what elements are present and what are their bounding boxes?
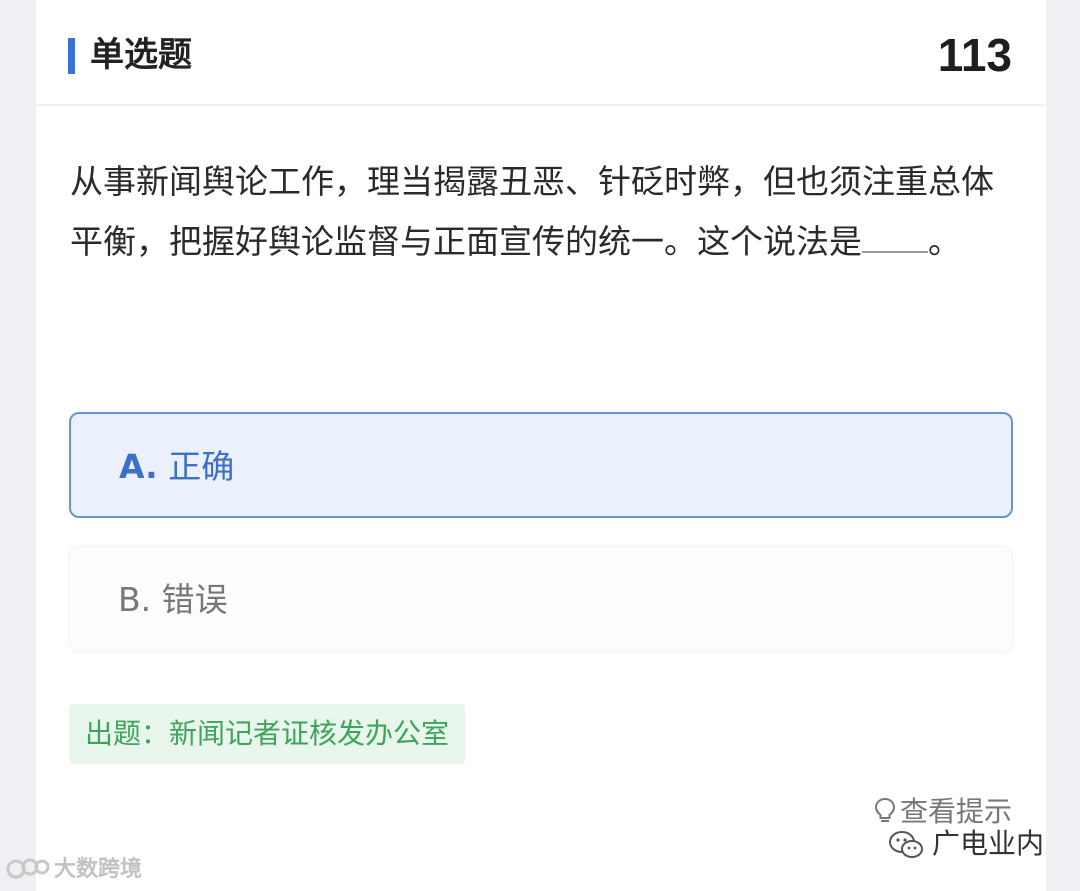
question-stem: 从事新闻舆论工作，理当揭露丑恶、针砭时弊，但也须注重总体平衡，把握好舆论监督与正… <box>70 162 994 261</box>
wechat-icon <box>888 831 923 858</box>
answer-blank <box>862 223 928 253</box>
question-ending: 。 <box>928 222 961 261</box>
option-b[interactable]: B. 错误 <box>69 546 1013 652</box>
option-b-label: 错误 <box>161 580 228 619</box>
question-number: 113 <box>937 29 1012 81</box>
option-a-letter: A. <box>119 447 158 486</box>
watermark-left: 大数跨境 <box>6 854 142 886</box>
option-b-letter: B. <box>118 580 152 619</box>
option-a[interactable]: A. 正确 <box>69 412 1013 518</box>
header-accent-bar <box>68 38 75 74</box>
watermark-left-text: 大数跨境 <box>54 857 143 882</box>
watermark-right: 广电业内 <box>888 822 1044 866</box>
card-header: 单选题 113 <box>36 0 1046 106</box>
option-a-label: 正确 <box>168 447 235 486</box>
question-text: 从事新闻舆论工作，理当揭露丑恶、针砭时弊，但也须注重总体平衡，把握好舆论监督与正… <box>70 152 1014 272</box>
question-card: 单选题 113 从事新闻舆论工作，理当揭露丑恶、针砭时弊，但也须注重总体平衡，把… <box>36 0 1046 891</box>
watermark-logo-icon <box>6 858 50 879</box>
source-tag: 出题：新闻记者证核发办公室 <box>69 704 466 764</box>
watermark-right-text: 广电业内 <box>931 827 1044 860</box>
question-type-title: 单选题 <box>90 35 192 75</box>
lightbulb-icon <box>874 797 895 822</box>
